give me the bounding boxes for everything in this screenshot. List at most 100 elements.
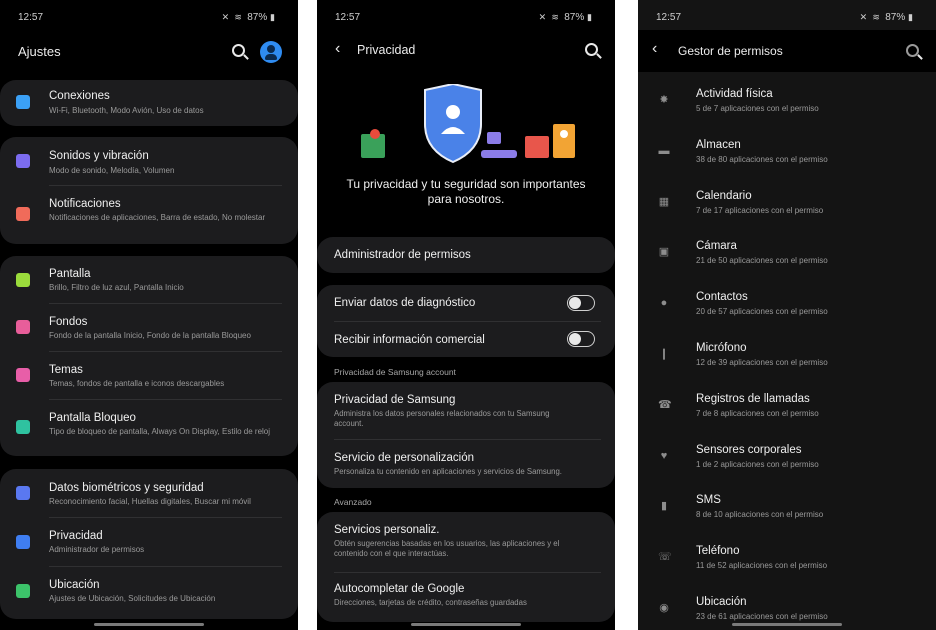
permission-title: Actividad física (696, 88, 773, 100)
personalized-services-item[interactable]: Servicios personaliz. Obtén sugerencias … (317, 512, 615, 572)
heart-icon: ♥ (660, 449, 668, 462)
permission-subtitle: 1 de 2 aplicaciones con el permiso (696, 459, 819, 469)
diagnostic-toggles-group: Enviar datos de diagnóstico Recibir info… (317, 285, 615, 357)
settings-item-themes[interactable]: Temas Temas, fondos de pantalla e iconos… (0, 352, 298, 399)
permission-item[interactable]: ● Contactos 20 de 57 aplicaciones con el p… (638, 283, 936, 333)
card-icon (525, 136, 549, 158)
section-header-samsung: Privacidad de Samsung account (334, 367, 456, 377)
item-title: Notificaciones (49, 198, 121, 210)
settings-screen: 12:57 ✕ ≋ 87% ▮ Ajustes Conexiones Wi-Fi… (0, 0, 298, 630)
gesture-bar[interactable] (94, 623, 204, 626)
permission-item[interactable]: ▬ Almacen 38 de 80 aplicaciones con el per… (638, 131, 936, 181)
permission-subtitle: 21 de 50 aplicaciones con el permiso (696, 256, 828, 266)
settings-item-notifications[interactable]: Notificaciones Notificaciones de aplicac… (0, 186, 298, 244)
page-title: Gestor de permisos (678, 44, 783, 58)
permission-item[interactable]: ❙ Micrófono 12 de 39 aplicaciones con el p… (638, 334, 936, 384)
item-title: Servicio de personalización (334, 452, 474, 464)
item-subtitle: Tipo de bloqueo de pantalla, Always On D… (49, 427, 271, 436)
settings-item-sounds[interactable]: Sonidos y vibración Modo de sonido, Melo… (0, 137, 298, 185)
toggle-row-marketing[interactable]: Recibir información comercial (317, 322, 615, 357)
battery-level: 87% (247, 12, 268, 23)
diagnostics-switch[interactable] (567, 295, 595, 311)
marketing-switch[interactable] (567, 331, 595, 347)
battery-level: 87% (885, 12, 906, 23)
permission-manager-item[interactable]: Administrador de permisos (317, 237, 615, 273)
search-icon[interactable] (232, 44, 245, 60)
call-log-icon: ☎ (658, 398, 672, 411)
permission-item[interactable]: ▦ Calendario 7 de 17 aplicaciones con el p… (638, 182, 936, 232)
wifi-icon (16, 95, 30, 109)
advanced-group: Servicios personaliz. Obtén sugerencias … (317, 512, 615, 622)
gesture-bar[interactable] (411, 623, 521, 626)
wallpaper-icon (16, 320, 30, 334)
item-subtitle: Notificaciones de aplicaciones, Barra de… (49, 213, 266, 222)
mic-icon: ❙ (659, 348, 669, 360)
battery-level: 87% (564, 12, 585, 23)
permission-title: Ubicación (696, 596, 747, 608)
back-arrow-icon[interactable]: ‹ (335, 40, 340, 58)
item-title: Pantalla Bloqueo (49, 412, 136, 424)
permission-subtitle: 7 de 17 aplicaciones con el permiso (696, 205, 824, 215)
permission-item[interactable]: ✸ Actividad física 5 de 7 aplicaciones con… (638, 80, 936, 130)
shield-icon (16, 486, 30, 500)
permission-subtitle: 12 de 39 aplicaciones con el permiso (696, 358, 828, 367)
lock-icon (16, 420, 30, 434)
settings-item-display[interactable]: Pantalla Brillo, Filtro de luz azul, Pan… (0, 256, 298, 303)
toggle-row-diagnostics[interactable]: Enviar datos de diagnóstico (317, 285, 615, 321)
status-right: ✕ ≋ 87% ▮ (222, 12, 280, 23)
permission-item[interactable]: ▮ SMS 8 de 10 aplicaciones con el permiso (638, 486, 936, 536)
item-title: Privacidad (49, 530, 103, 542)
item-title: Fondos (49, 316, 88, 328)
samsung-privacy-item[interactable]: Privacidad de Samsung Administra los dat… (317, 382, 615, 439)
calendar-icon: ▦ (658, 195, 670, 208)
search-icon[interactable] (906, 44, 919, 60)
settings-item-wallpapers[interactable]: Fondos Fondo de la pantalla Inicio, Fond… (0, 304, 298, 351)
settings-item-privacy[interactable]: Privacidad Administrador de permisos (0, 518, 298, 566)
avatar[interactable] (260, 41, 282, 63)
wifi-status-icon: ≋ (234, 12, 242, 22)
permission-title: Registros de llamadas (696, 392, 810, 405)
item-subtitle: Direcciones, tarjetas de crédito, contra… (334, 598, 527, 607)
permission-subtitle: 8 de 10 aplicaciones con el permiso (696, 510, 824, 520)
settings-item-connections[interactable]: Conexiones Wi-Fi, Bluetooth, Modo Avión,… (0, 80, 298, 126)
toggle-label: Enviar datos de diagnóstico (334, 297, 476, 309)
item-subtitle: Fondo de la pantalla Inicio, Fondo de la… (49, 331, 251, 340)
run-icon: ✸ (659, 94, 669, 106)
permission-subtitle: 38 de 80 aplicaciones con el permiso (696, 154, 828, 164)
item-subtitle: Wi-Fi, Bluetooth, Modo Avión, Uso de dat… (49, 106, 204, 115)
settings-group-2: Sonidos y vibración Modo de sonido, Melo… (0, 137, 298, 244)
item-subtitle: Reconocimiento facial, Huellas digitales… (49, 497, 251, 506)
settings-group-4: Datos biométricos y seguridad Reconocimi… (0, 469, 298, 619)
page-title: Ajustes (18, 44, 61, 59)
personalization-service-item[interactable]: Servicio de personalización Personaliza … (317, 440, 615, 488)
notification-icon (16, 207, 30, 221)
privacy-icon (16, 535, 30, 549)
search-icon[interactable] (585, 43, 598, 59)
permission-manager-screen: 12:57 ✕ ≋ 87% ▮ ‹ Gestor de permisos ✸ Ac… (638, 0, 936, 630)
location-icon: ◉ (659, 602, 669, 614)
item-title: Servicios personaliz. (334, 524, 440, 536)
permission-item[interactable]: ▣ Cámara 21 de 50 aplicaciones con el perm… (638, 232, 936, 282)
settings-item-biometrics[interactable]: Datos biométricos y seguridad Reconocimi… (0, 469, 298, 517)
speaker-icon (16, 154, 30, 168)
back-arrow-icon[interactable]: ‹ (652, 40, 657, 58)
location-icon (16, 584, 30, 598)
permission-subtitle: 23 de 61 aplicaciones con el permiso (696, 612, 828, 621)
permission-title: Calendario (696, 189, 752, 202)
permission-item[interactable]: ☎ Registros de llamadas 7 de 8 aplicacione… (638, 385, 936, 435)
permission-title: Teléfono (696, 545, 740, 558)
gesture-bar[interactable] (732, 623, 842, 626)
settings-item-lock-screen[interactable]: Pantalla Bloqueo Tipo de bloqueo de pant… (0, 400, 298, 456)
password-lock-icon (481, 132, 517, 158)
permission-item[interactable]: ☏ Teléfono 11 de 52 aplicaciones con el pe… (638, 537, 936, 587)
permission-item[interactable]: ♥ Sensores corporales 1 de 2 aplicaciones … (638, 436, 936, 486)
permission-title: Contactos (696, 291, 748, 304)
item-title: Temas (49, 364, 83, 376)
google-autofill-item[interactable]: Autocompletar de Google Direcciones, tar… (317, 573, 615, 622)
samsung-privacy-group: Privacidad de Samsung Administra los dat… (317, 382, 615, 488)
settings-item-location[interactable]: Ubicación Ajustes de Ubicación, Solicitu… (0, 567, 298, 615)
battery-icon: ▮ (270, 12, 275, 22)
folder-icon: ▬ (658, 144, 670, 157)
status-bar: 12:57 ✕ ≋ 87% ▮ (0, 9, 298, 27)
themes-icon (16, 368, 30, 382)
